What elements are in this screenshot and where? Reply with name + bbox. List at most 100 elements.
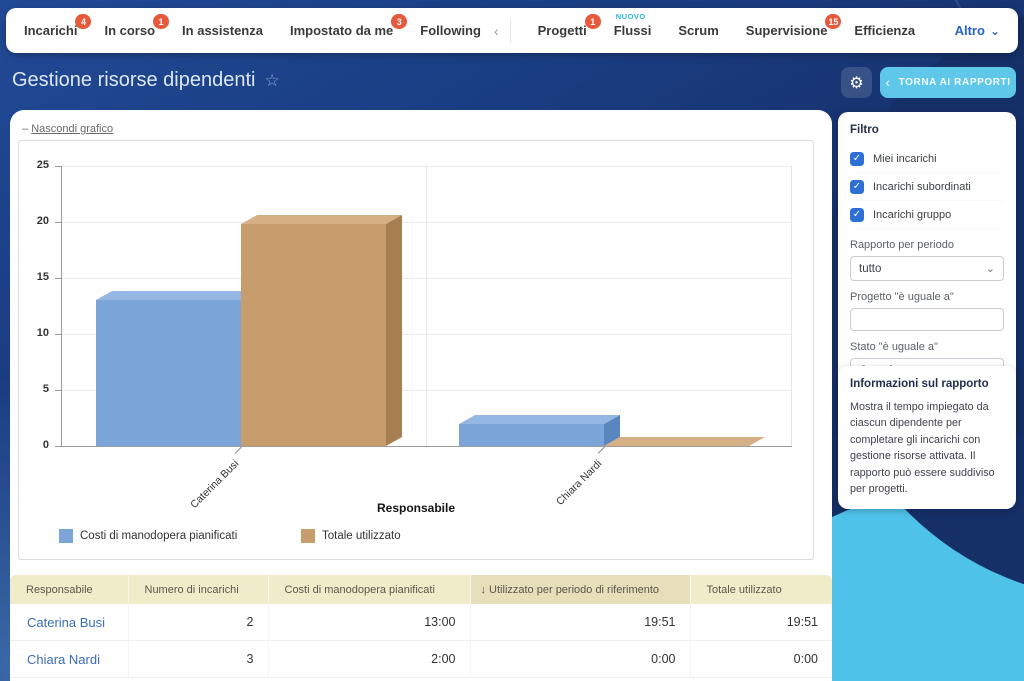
nav-item-label: Supervisione [746, 23, 828, 38]
nav-item-label: In assistenza [182, 23, 263, 38]
column-header-numero-di-incarichi[interactable]: Numero di incarichi [128, 575, 268, 604]
bar-totale-utilizzato-caterina-busi[interactable] [241, 215, 402, 446]
top-navigation-bar: Incarichi4In corso1In assistenzaImpostat… [6, 8, 1018, 53]
column-header-utilizzato-per-periodo-di-riferimento[interactable]: ↓ Utilizzato per periodo di riferimento [470, 575, 690, 604]
checkbox-label: Incarichi subordinati [873, 181, 971, 193]
legend-item-costi-di-manodopera-pianificati[interactable]: Costi di manodopera pianificati [59, 529, 237, 543]
responsabile-link[interactable]: Chiara Nardi [27, 652, 100, 667]
checkbox-incarichi-subordinati[interactable]: ✓ [850, 180, 864, 194]
nav-item-label: Incarichi [24, 23, 77, 38]
cell-costi-di-manodopera-pianificati: 2:00 [268, 641, 470, 678]
notification-badge: 1 [585, 14, 601, 29]
y-axis-tick-label: 0 [15, 439, 49, 451]
nav-item-supervisione[interactable]: Supervisione15 [746, 23, 828, 38]
nav-item-label: Impostato da me [290, 23, 393, 38]
nav-item-label: Efficienza [854, 23, 915, 38]
project-label: Progetto "è uguale a" [850, 291, 1004, 303]
hide-chart-link[interactable]: – Nascondi grafico [22, 123, 113, 135]
y-axis-tick-label: 5 [15, 383, 49, 395]
nav-item-scrum[interactable]: Scrum [678, 23, 718, 38]
period-select[interactable]: tutto ⌄ [850, 256, 1004, 281]
nav-item-label: Scrum [678, 23, 718, 38]
notification-badge: 4 [75, 14, 91, 29]
filter-checkbox-row: ✓ Incarichi subordinati [850, 173, 1004, 201]
new-tag: nuovo [616, 12, 646, 21]
table-header-row: ResponsabileNumero di incarichiCosti di … [10, 575, 832, 604]
cell-totale-utilizzato: 0:00 [690, 641, 832, 678]
responsabile-link[interactable]: Caterina Busi [27, 615, 105, 630]
cell-utilizzato-per-periodo-di-riferimento: 19:51 [470, 604, 690, 641]
column-header-costi-di-manodopera-pianificati[interactable]: Costi di manodopera pianificati [268, 575, 470, 604]
report-table: ResponsabileNumero di incarichiCosti di … [10, 575, 832, 678]
notification-badge: 15 [825, 14, 841, 29]
nav-item-label: In corso [104, 23, 155, 38]
column-header-responsabile[interactable]: Responsabile [10, 575, 128, 604]
nav-item-label: Flussi [614, 23, 652, 38]
cell-costi-di-manodopera-pianificati: 13:00 [268, 604, 470, 641]
nav-item-efficienza[interactable]: Efficienza [854, 23, 915, 38]
notification-badge: 1 [153, 14, 169, 29]
nav-scroll-chevron-icon[interactable]: ‹ [494, 23, 499, 39]
nav-item-label: Following [420, 23, 481, 38]
nav-item-altro[interactable]: Altro ⌄ [955, 23, 1000, 38]
legend-label: Costi di manodopera pianificati [80, 530, 237, 542]
nav-item-incarichi[interactable]: Incarichi4 [24, 23, 77, 38]
bar-totale-utilizzato-chiara-nardi[interactable] [604, 437, 765, 446]
hide-chart-prefix: – [22, 123, 28, 135]
y-axis-tick-label: 10 [15, 327, 49, 339]
favorite-star-icon[interactable]: ☆ [264, 71, 279, 91]
report-info-title: Informazioni sul rapporto [850, 378, 1004, 390]
filter-title: Filtro [850, 124, 1004, 136]
column-header-totale-utilizzato[interactable]: Totale utilizzato [690, 575, 832, 604]
checkbox-miei-incarichi[interactable]: ✓ [850, 152, 864, 166]
main-content-panel: – Nascondi grafico 0510152025Caterina Bu… [10, 110, 832, 681]
checkbox-incarichi-gruppo[interactable]: ✓ [850, 208, 864, 222]
nav-item-in-corso[interactable]: In corso1 [104, 23, 155, 38]
legend-swatch [59, 529, 73, 543]
y-axis-line [61, 166, 62, 447]
filter-checkbox-row: ✓Incarichi gruppo [850, 201, 1004, 229]
back-to-reports-label: TORNA AI RAPPORTI [899, 77, 1011, 88]
filter-checkbox-list: ✓Miei incarichi✓Incarichi subordinati✓In… [850, 145, 1004, 229]
cell-totale-utilizzato: 19:51 [690, 604, 832, 641]
settings-button[interactable]: ⚙ [841, 67, 872, 98]
bar-costi-di-manodopera-pianificati-caterina-busi[interactable] [96, 291, 257, 446]
table-row: Caterina Busi213:0019:5119:51 [10, 604, 832, 641]
nav-item-impostato-da-me[interactable]: Impostato da me3 [290, 23, 393, 38]
nav-item-label: Progetti [538, 23, 587, 38]
chevron-down-icon: ⌄ [986, 262, 995, 275]
bar-front-face [241, 224, 386, 446]
filter-checkbox-row: ✓Miei incarichi [850, 145, 1004, 173]
nav-item-in-assistenza[interactable]: In assistenza [182, 23, 263, 38]
chart-legend: Costi di manodopera pianificati Totale ut… [19, 529, 813, 547]
legend-swatch [301, 529, 315, 543]
chart-card: 0510152025Caterina BusiChiara Nardi Resp… [18, 140, 814, 560]
nav-item-label: Altro [955, 23, 985, 38]
cell-numero-di-incarichi: 3 [128, 641, 268, 678]
bar-costi-di-manodopera-pianificati-chiara-nardi[interactable] [459, 415, 620, 446]
legend-item-totale-utilizzato[interactable]: Totale utilizzato [301, 529, 401, 543]
bar-front-face [96, 300, 241, 446]
report-info-body: Mostra il tempo impiegato da ciascun dip… [850, 399, 1004, 497]
gridline-vertical [426, 166, 427, 446]
nav-item-flussi[interactable]: nuovoFlussi [614, 23, 652, 38]
chevron-down-icon: ⌄ [990, 24, 1000, 38]
chart-x-axis-title: Responsabile [19, 501, 813, 515]
gear-icon: ⚙ [849, 73, 863, 93]
x-axis-line [61, 446, 792, 447]
x-axis-tick [598, 447, 605, 454]
cell-responsabile: Chiara Nardi [10, 641, 128, 678]
bar-top-face [604, 437, 765, 446]
nav-item-progetti[interactable]: Progetti1 [538, 23, 587, 38]
table-row: Chiara Nardi32:000:000:00 [10, 641, 832, 678]
bar-chart-plot: 0510152025Caterina BusiChiara Nardi [61, 166, 791, 446]
chevron-left-icon: ‹ [885, 74, 890, 90]
nav-item-following[interactable]: Following [420, 23, 481, 38]
back-to-reports-button[interactable]: ‹ TORNA AI RAPPORTI [880, 67, 1016, 98]
notification-badge: 3 [391, 14, 407, 29]
report-info-panel: Informazioni sul rapporto Mostra il temp… [838, 366, 1016, 509]
legend-label: Totale utilizzato [322, 530, 401, 542]
nav-divider [510, 19, 511, 43]
project-input[interactable] [850, 308, 1004, 331]
period-label: Rapporto per periodo [850, 239, 1004, 251]
